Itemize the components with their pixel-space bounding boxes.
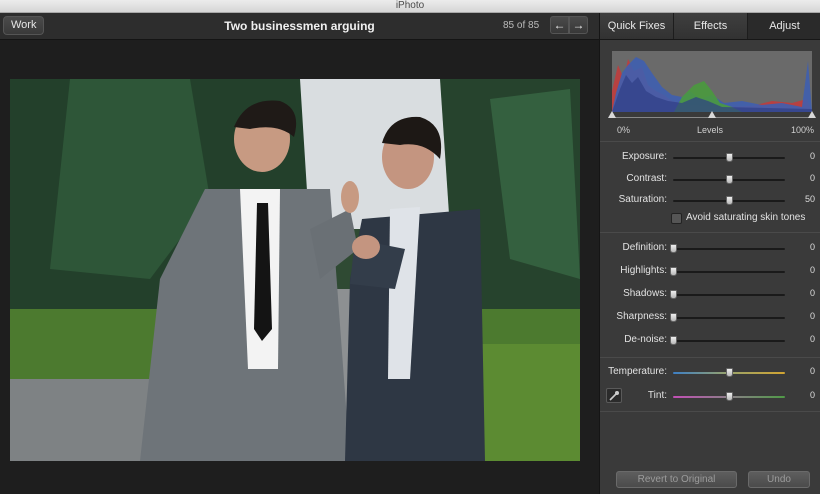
denoise-thumb[interactable] [670,336,677,345]
sharpness-thumb[interactable] [670,313,677,322]
tint-slider[interactable] [673,392,785,401]
tab-adjust[interactable]: Adjust [748,13,820,39]
arrow-left-icon: ← [553,18,566,32]
levels-histogram [612,51,812,112]
arrow-right-icon: → [572,18,585,32]
viewer-toolbar: Work Two businessmen arguing 85 of 85 ← … [0,13,599,40]
temperature-label: Temperature: [608,366,667,377]
definition-label: Definition: [622,242,667,253]
contrast-row: Contrast: 0 [600,173,820,187]
photo-viewer [0,41,599,494]
window-title-bar: iPhoto [0,0,820,13]
denoise-slider[interactable] [670,336,785,345]
saturation-thumb[interactable] [726,196,733,205]
saturation-slider[interactable] [673,196,785,205]
saturation-value: 50 [804,194,815,204]
tint-row: Tint: 0 [600,390,820,404]
highlights-slider[interactable] [670,267,785,276]
skin-tones-checkbox[interactable] [671,213,682,224]
sharpness-slider[interactable] [670,313,785,322]
previous-photo-button[interactable]: ← [550,16,569,34]
separator [600,357,820,358]
adjust-panel: Quick Fixes Effects Adjust 0% Levels 100… [599,13,820,494]
temperature-thumb[interactable] [726,368,733,377]
tab-effects[interactable]: Effects [674,13,748,39]
shadows-value: 0 [809,288,815,298]
denoise-label: De-noise: [624,334,667,345]
tint-label: Tint: [647,390,667,401]
shadows-thumb[interactable] [670,290,677,299]
contrast-thumb[interactable] [726,175,733,184]
shadows-label: Shadows: [623,288,667,299]
histogram-graph [612,57,812,112]
separator [600,411,820,412]
skin-tones-label: Avoid saturating skin tones [686,212,806,223]
levels-black-point-handle[interactable] [608,111,616,118]
sharpness-label: Sharpness: [616,311,667,322]
temperature-value: 0 [809,366,815,376]
denoise-value: 0 [809,334,815,344]
saturation-label: Saturation: [618,194,667,205]
exposure-thumb[interactable] [726,153,733,162]
exposure-value: 0 [809,151,815,161]
tab-quick-fixes[interactable]: Quick Fixes [600,13,674,39]
separator [600,232,820,233]
highlights-thumb[interactable] [670,267,677,276]
definition-slider[interactable] [670,244,785,253]
saturation-row: Saturation: 50 [600,194,820,208]
highlights-row: Highlights: 0 [600,265,820,279]
contrast-label: Contrast: [626,173,667,184]
photo-image[interactable] [10,79,580,461]
exposure-slider[interactable] [673,153,785,162]
levels-label: Levels [697,125,724,135]
panel-tabs: Quick Fixes Effects Adjust [600,13,820,40]
levels-max-label: 100% [791,125,815,135]
definition-value: 0 [809,242,815,252]
contrast-slider[interactable] [673,175,785,184]
undo-button[interactable]: Undo [748,471,810,488]
shadows-row: Shadows: 0 [600,288,820,302]
exposure-row: Exposure: 0 [600,151,820,165]
tint-thumb[interactable] [726,392,733,401]
next-photo-button[interactable]: → [569,16,588,34]
definition-row: Definition: 0 [600,242,820,256]
levels-midpoint-handle[interactable] [708,111,716,118]
tint-value: 0 [809,390,815,400]
revert-to-original-button[interactable]: Revert to Original [616,471,737,488]
separator [600,141,820,142]
temperature-slider[interactable] [673,368,785,377]
sharpness-row: Sharpness: 0 [600,311,820,325]
exposure-label: Exposure: [621,151,667,162]
highlights-value: 0 [809,265,815,275]
photo-counter: 85 of 85 [503,20,540,31]
definition-thumb[interactable] [670,244,677,253]
contrast-value: 0 [809,173,815,183]
window-title: iPhoto [395,0,425,11]
levels-white-point-handle[interactable] [808,111,816,118]
highlights-label: Highlights: [620,265,667,276]
sharpness-value: 0 [809,311,815,321]
levels-min-label: 0% [617,125,631,135]
shadows-slider[interactable] [670,290,785,299]
photo-illustration [10,79,580,461]
denoise-row: De-noise: 0 [600,334,820,348]
temperature-row: Temperature: 0 [600,366,820,380]
